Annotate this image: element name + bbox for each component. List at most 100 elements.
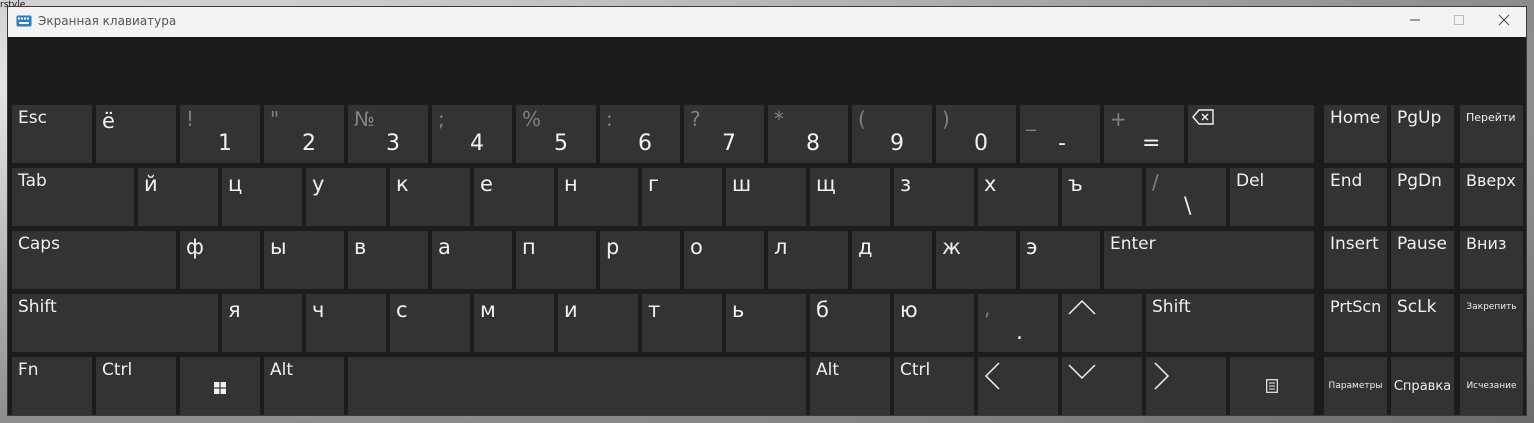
key-shift-left[interactable]: Shift	[12, 294, 218, 352]
key-move-down[interactable]: Вниз	[1460, 231, 1523, 289]
key-arrow-down[interactable]	[1062, 357, 1142, 415]
key-caps[interactable]: Caps	[12, 231, 176, 289]
key-letter[interactable]: ц	[222, 168, 302, 226]
key-ctrl-left[interactable]: Ctrl	[96, 357, 176, 415]
key-prtscn[interactable]: PrtScn	[1324, 294, 1387, 352]
key-insert[interactable]: Insert	[1324, 231, 1387, 289]
key-label: ScLk	[1397, 297, 1437, 317]
key-letter[interactable]: о	[684, 231, 764, 289]
key-letter[interactable]: ч	[306, 294, 386, 352]
key-arrow-left[interactable]	[978, 357, 1058, 415]
key-letter[interactable]: в	[348, 231, 428, 289]
key-4[interactable]: ; 4	[432, 105, 512, 163]
minimize-button[interactable]	[1392, 7, 1438, 37]
key-0[interactable]: ) 0	[936, 105, 1016, 163]
key-letter[interactable]: ь	[726, 294, 806, 352]
key-label: л	[774, 235, 788, 259]
key-letter[interactable]: д	[852, 231, 932, 289]
key-letter[interactable]: ф	[180, 231, 260, 289]
key-space[interactable]	[348, 357, 806, 415]
key-letter[interactable]: с	[390, 294, 470, 352]
key-fn[interactable]: Fn	[12, 357, 92, 415]
key-esc[interactable]: Esc	[12, 105, 92, 163]
key-minus[interactable]: _ -	[1020, 105, 1100, 163]
key-3[interactable]: № 3	[348, 105, 428, 163]
key-help[interactable]: Справка	[1391, 357, 1454, 415]
key-backslash[interactable]: / \	[1146, 168, 1226, 226]
key-goto[interactable]: Перейти	[1460, 105, 1523, 163]
key-letter[interactable]: р	[600, 231, 680, 289]
key-letter[interactable]: у	[306, 168, 386, 226]
key-arrow-up[interactable]	[1062, 294, 1142, 352]
close-button[interactable]	[1481, 7, 1527, 37]
key-label: з	[900, 172, 912, 196]
key-letter[interactable]: ы	[264, 231, 344, 289]
key-pin[interactable]: Закрепить	[1460, 294, 1523, 352]
key-windows[interactable]	[180, 357, 260, 415]
key-label: щ	[816, 172, 836, 196]
key-alt-right[interactable]: Alt	[810, 357, 890, 415]
key-letter[interactable]: м	[474, 294, 554, 352]
key-label: Enter	[1110, 234, 1156, 254]
key-letter[interactable]: е	[474, 168, 554, 226]
key-fade[interactable]: Исчезание	[1460, 357, 1523, 415]
key-label: ч	[312, 298, 325, 322]
key-letter[interactable]: ю	[894, 294, 974, 352]
key-tab[interactable]: Tab	[12, 168, 134, 226]
key-label: Caps	[18, 234, 60, 254]
key-letter[interactable]: н	[558, 168, 638, 226]
key-1[interactable]: ! 1	[180, 105, 260, 163]
key-7[interactable]: ? 7	[684, 105, 764, 163]
key-letter[interactable]: ъ	[1062, 168, 1142, 226]
key-letter[interactable]: и	[558, 294, 638, 352]
key-letter[interactable]: х	[978, 168, 1058, 226]
key-end[interactable]: End	[1324, 168, 1387, 226]
key-letter[interactable]: э	[1020, 231, 1100, 289]
key-equals[interactable]: + =	[1104, 105, 1184, 163]
key-yo[interactable]: ё	[96, 105, 176, 163]
key-letter[interactable]: т	[642, 294, 722, 352]
key-letter[interactable]: ш	[726, 168, 806, 226]
key-home[interactable]: Home	[1324, 105, 1387, 163]
key-letter[interactable]: п	[516, 231, 596, 289]
key-letter[interactable]: з	[894, 168, 974, 226]
key-arrow-right[interactable]	[1146, 357, 1226, 415]
key-enter[interactable]: Enter	[1104, 231, 1314, 289]
key-shift-label: №	[354, 107, 375, 131]
key-letter[interactable]: г	[642, 168, 722, 226]
key-letter[interactable]: л	[768, 231, 848, 289]
key-pgup[interactable]: PgUp	[1391, 105, 1454, 163]
key-9[interactable]: (9	[852, 105, 932, 163]
key-label: д	[858, 235, 873, 259]
key-pause[interactable]: Pause	[1391, 231, 1454, 289]
key-letter[interactable]: б	[810, 294, 890, 352]
key-letter[interactable]: я	[222, 294, 302, 352]
key-move-up[interactable]: Вверх	[1460, 168, 1523, 226]
key-label: г	[648, 172, 660, 196]
key-letter[interactable]: ж	[936, 231, 1016, 289]
windows-icon	[214, 379, 226, 398]
key-options[interactable]: Параметры	[1324, 357, 1387, 415]
key-alt-left[interactable]: Alt	[264, 357, 344, 415]
key-label: ц	[228, 172, 243, 196]
key-label: Исчезание	[1466, 381, 1517, 391]
key-label: ь	[732, 298, 745, 322]
key-letter[interactable]: щ	[810, 168, 890, 226]
key-del[interactable]: Del	[1230, 168, 1314, 226]
key-ctrl-right[interactable]: Ctrl	[894, 357, 974, 415]
key-backspace[interactable]	[1188, 105, 1314, 163]
key-2[interactable]: " 2	[264, 105, 344, 163]
key-shift-right[interactable]: Shift	[1146, 294, 1314, 352]
key-period[interactable]: ,.	[978, 294, 1058, 352]
key-letter[interactable]: а	[432, 231, 512, 289]
key-letter[interactable]: й	[138, 168, 218, 226]
key-pgdn[interactable]: PgDn	[1391, 168, 1454, 226]
key-label: Параметры	[1328, 381, 1383, 391]
key-label: э	[1026, 235, 1038, 259]
key-context-menu[interactable]	[1230, 357, 1314, 415]
key-sclk[interactable]: ScLk	[1391, 294, 1454, 352]
key-8[interactable]: * 8	[768, 105, 848, 163]
key-letter[interactable]: к	[390, 168, 470, 226]
key-6[interactable]: :6	[600, 105, 680, 163]
key-5[interactable]: % 5	[516, 105, 596, 163]
